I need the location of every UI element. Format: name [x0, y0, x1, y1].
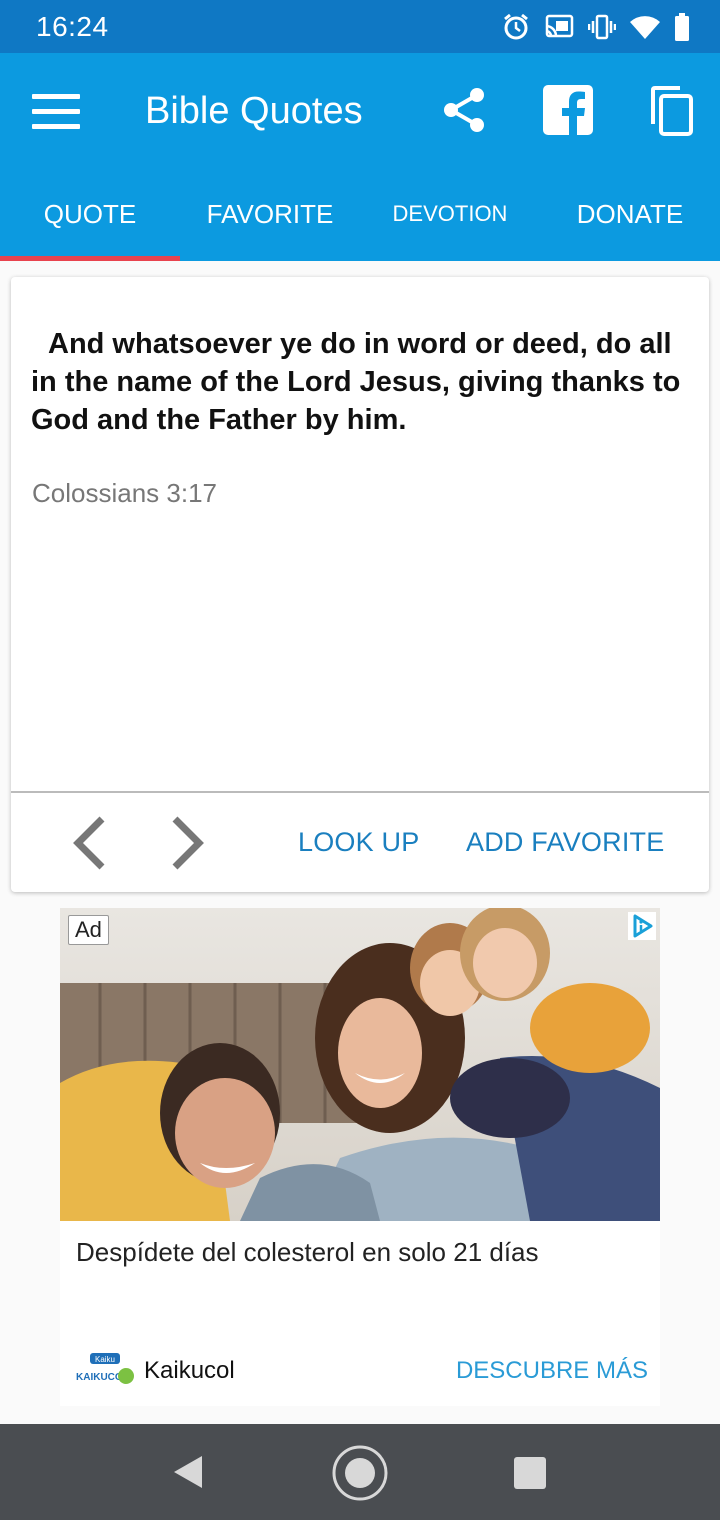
status-time: 16:24: [36, 11, 109, 42]
kaikucol-logo: Kaiku KAIKUCOL: [76, 1353, 134, 1384]
quote-reference: Colossians 3:17: [32, 478, 217, 508]
wifi-icon: [630, 16, 660, 39]
share-icon[interactable]: [441, 86, 487, 134]
card-divider: [11, 791, 709, 793]
status-bar: 16:24: [0, 0, 720, 53]
menu-icon[interactable]: [32, 91, 82, 131]
ad-brand-name: Kaikucol: [144, 1357, 235, 1384]
previous-chevron-icon[interactable]: [69, 815, 109, 871]
recent-apps-icon[interactable]: [514, 1457, 546, 1489]
look-up-button[interactable]: LOOK UP: [298, 827, 419, 858]
ad-headline[interactable]: Despídete del colesterol en solo 21 días: [76, 1237, 539, 1268]
add-favorite-button[interactable]: ADD FAVORITE: [466, 827, 664, 858]
app-bar: Bible Quotes QUOTE FAVORITE DEVOTION DON…: [0, 53, 720, 261]
ad-banner[interactable]: Ad Despídete del colesterol en solo 21 d…: [60, 908, 660, 1406]
facebook-icon[interactable]: [543, 85, 593, 135]
tab-favorite[interactable]: FAVORITE: [180, 188, 360, 261]
alarm-icon: [504, 13, 528, 40]
system-nav-bar: [0, 1424, 720, 1520]
quote-text: And whatsoever ye do in word or deed, do…: [31, 328, 681, 436]
next-chevron-icon[interactable]: [168, 815, 208, 871]
status-icons: [502, 12, 690, 42]
copy-icon[interactable]: [650, 86, 694, 136]
home-icon[interactable]: [331, 1444, 389, 1502]
vibrate-icon: [588, 14, 616, 40]
ad-badge: Ad: [68, 915, 109, 945]
ad-cta-button[interactable]: DESCUBRE MÁS: [456, 1357, 648, 1385]
quote-card: And whatsoever ye do in word or deed, do…: [11, 277, 709, 892]
adchoices-icon[interactable]: [628, 912, 656, 940]
tab-quote[interactable]: QUOTE: [0, 188, 180, 261]
svg-text:Kaiku: Kaiku: [95, 1355, 115, 1364]
tab-bar: QUOTE FAVORITE DEVOTION DONATE: [0, 188, 720, 261]
ad-photo: [60, 908, 660, 1221]
tab-indicator: [0, 256, 180, 261]
tab-donate[interactable]: DONATE: [540, 188, 720, 261]
cast-icon: [545, 14, 574, 38]
app-title: Bible Quotes: [145, 90, 363, 132]
back-icon[interactable]: [172, 1454, 204, 1490]
battery-icon: [675, 13, 689, 41]
tab-devotion[interactable]: DEVOTION: [360, 188, 540, 261]
ad-image[interactable]: Ad: [60, 908, 660, 1221]
